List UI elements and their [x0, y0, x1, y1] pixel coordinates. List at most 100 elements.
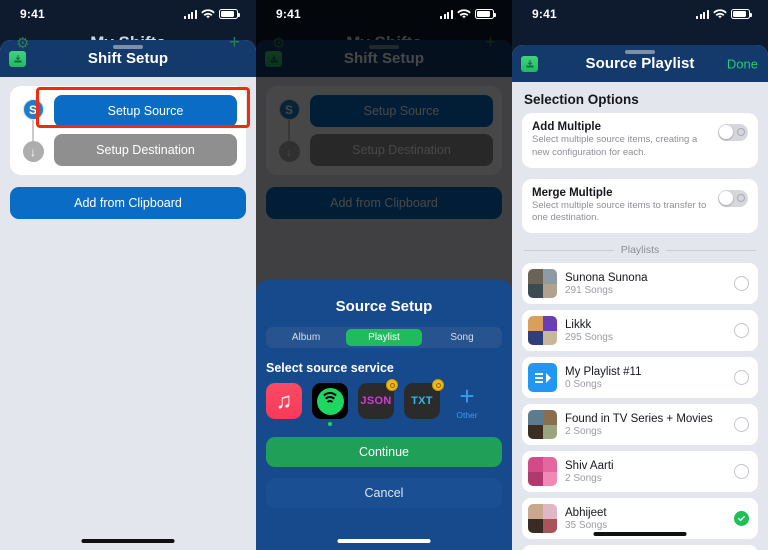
list-item[interactable]: Found in TV Series + Movies 2 Songs — [522, 404, 758, 446]
source-playlist-title: Source Playlist — [585, 55, 695, 72]
continue-button[interactable]: Continue — [266, 437, 502, 467]
premium-lock-icon — [432, 379, 444, 391]
wifi-icon — [201, 8, 215, 18]
playlist-name: Found in TV Series + Movies — [565, 412, 713, 425]
apple-music-icon[interactable]: ♫ — [266, 383, 302, 419]
gear-icon — [737, 193, 745, 202]
merge-multiple-toggle[interactable] — [718, 189, 748, 207]
playlist-meta: Abhijeet 35 Songs — [565, 507, 726, 531]
playlist-select-radio[interactable] — [734, 417, 749, 433]
selection-options-title: Selection Options — [524, 92, 639, 107]
playlist-select-radio[interactable] — [734, 276, 749, 292]
premium-lock-icon — [386, 379, 398, 391]
list-item[interactable]: My Playlist #11 0 Songs — [522, 357, 758, 399]
playlist-select-radio[interactable] — [734, 323, 749, 339]
playlist-name: Sunona Sunona — [565, 271, 648, 284]
gear-icon[interactable]: ⚙ — [16, 34, 29, 52]
status-bar-2: 9:41 — [256, 0, 512, 28]
shift-config-card: S ↓ Setup Source Setup Destination — [10, 86, 246, 175]
cancel-button[interactable]: Cancel — [266, 478, 502, 508]
source-playlist-header: Source Playlist Done — [512, 45, 768, 82]
spotify-icon[interactable] — [312, 383, 348, 419]
option-title: Add Multiple — [532, 121, 601, 133]
gear-icon — [737, 128, 745, 137]
txt-file-icon[interactable]: TXT — [404, 379, 444, 419]
option-title: Merge Multiple — [532, 186, 613, 199]
playlist-name: Shiv Aarti — [565, 459, 614, 472]
playlists-divider: Playlists — [524, 244, 757, 257]
option-merge-multiple: Merge Multiple Select multiple source it… — [522, 178, 758, 234]
playlist-count: 2 Songs — [565, 472, 602, 484]
playlist-meta: Sunona Sunona 291 Songs — [565, 272, 726, 296]
source-node-icon: S — [22, 99, 44, 120]
list-item[interactable]: Shiv Aarti 2 Songs — [522, 451, 758, 493]
sheet-header: Shift Setup — [0, 40, 256, 77]
setup-source-button[interactable]: Setup Source — [54, 95, 237, 127]
cellular-bars-icon — [696, 9, 709, 19]
home-indicator — [81, 539, 175, 543]
status-icons — [184, 8, 241, 20]
playlist-select-radio-checked[interactable] — [734, 511, 749, 527]
list-item[interactable]: Office 51 Songs — [522, 545, 758, 550]
wifi-icon — [713, 8, 727, 18]
sheet-grabber[interactable] — [625, 50, 655, 54]
sheet-body: S ↓ Setup Source Setup Destination Add f… — [0, 77, 256, 550]
playlist-select-radio[interactable] — [734, 370, 749, 386]
option-description: Select multiple source items, creating a… — [532, 134, 698, 158]
json-file-icon[interactable]: JSON — [358, 379, 398, 419]
playlist-select-radio[interactable] — [734, 464, 749, 480]
sheet-title: Shift Setup — [87, 50, 169, 67]
playlist-meta: My Playlist #11 0 Songs — [565, 366, 726, 390]
other-service-button[interactable]: + Other — [450, 381, 484, 421]
add-multiple-toggle[interactable] — [718, 124, 748, 141]
playlist-artwork — [528, 410, 557, 440]
playlist-meta: Shiv Aarti 2 Songs — [565, 460, 726, 484]
shift-setup-sheet: Shift Setup S ↓ Setup Source Setup Desti… — [0, 40, 256, 550]
done-button[interactable]: Done — [727, 56, 758, 71]
playlist-count: 291 Songs — [565, 284, 613, 296]
battery-icon — [731, 9, 753, 19]
playlists-divider-label: Playlists — [620, 244, 660, 257]
divider-line-right — [666, 249, 757, 251]
list-item[interactable]: Sunona Sunona 291 Songs — [522, 263, 758, 305]
playlist-name: Abhijeet — [565, 506, 607, 519]
segment-playlist[interactable]: Playlist — [346, 329, 422, 346]
playlist-artwork — [528, 504, 557, 534]
plus-icon: + — [459, 381, 475, 411]
check-icon — [738, 516, 745, 522]
sheet-grabber[interactable] — [113, 45, 143, 49]
setup-buttons: Setup Source Setup Destination — [54, 95, 237, 166]
shift-rail: S ↓ — [16, 95, 50, 166]
panel-source-playlist: 9:41 Source Playlist Done Selection Opti… — [512, 0, 768, 550]
option-text: Merge Multiple Select multiple source it… — [532, 187, 710, 226]
playlist-count: 295 Songs — [565, 331, 613, 343]
source-playlist-sheet: Source Playlist Done Selection Options A… — [512, 45, 768, 550]
playlist-name: Likkk — [565, 318, 592, 331]
shift-app-icon — [9, 50, 26, 67]
playlist-list: Sunona Sunona 291 Songs Likkk 295 Songs — [522, 263, 758, 550]
status-icons — [440, 8, 497, 20]
playlist-count: 35 Songs — [565, 519, 608, 531]
battery-icon — [219, 9, 241, 19]
playlist-count: 2 Songs — [565, 425, 602, 437]
plus-icon[interactable]: + — [229, 32, 240, 54]
cellular-bars-icon — [184, 9, 197, 19]
playlist-meta: Likkk 295 Songs — [565, 319, 726, 343]
status-time: 9:41 — [276, 7, 301, 21]
other-label: Other — [456, 410, 478, 421]
home-indicator — [593, 532, 687, 536]
add-from-clipboard-button[interactable]: Add from Clipboard — [10, 187, 246, 219]
playlist-icon — [528, 363, 557, 393]
list-item[interactable]: Likkk 295 Songs — [522, 310, 758, 352]
playlist-artwork — [528, 316, 557, 346]
select-service-label: Select source service — [266, 361, 394, 375]
segment-song[interactable]: Song — [424, 329, 500, 346]
option-add-multiple: Add Multiple Select multiple source item… — [522, 113, 758, 168]
status-icons — [696, 8, 753, 20]
segment-album[interactable]: Album — [268, 329, 344, 346]
playlist-artwork — [528, 269, 557, 299]
setup-destination-button[interactable]: Setup Destination — [54, 134, 237, 166]
toggle-knob — [719, 191, 734, 206]
panel-source-setup: ⚙ My Shifts + Shift Setup S ↓ — [256, 0, 512, 550]
panel-shift-setup: ⚙ My Shifts + 9:41 Shift Setup — [0, 0, 256, 550]
